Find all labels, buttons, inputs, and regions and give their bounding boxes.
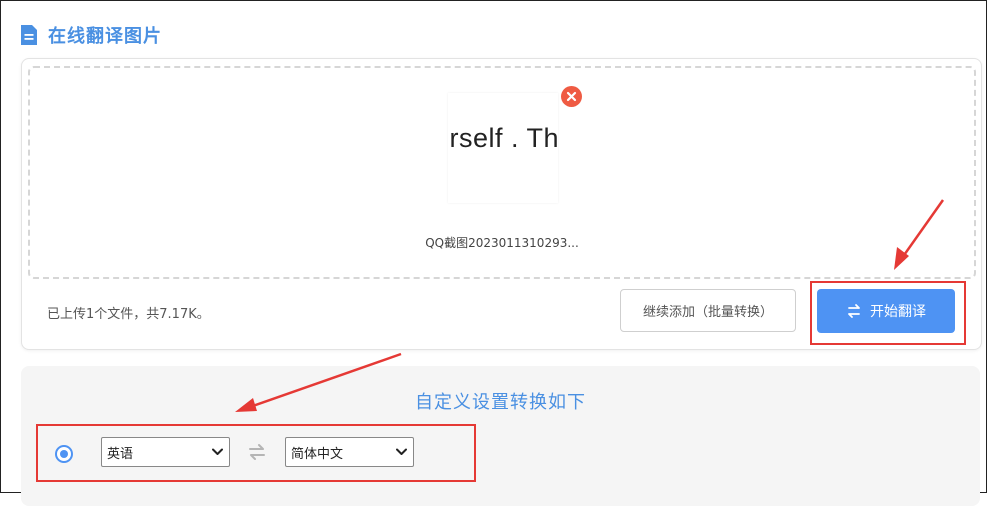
- language-swap-icon[interactable]: [247, 443, 267, 461]
- settings-title: 自定义设置转换如下: [415, 392, 586, 413]
- source-language-select[interactable]: 英语: [101, 437, 230, 467]
- start-translate-button[interactable]: 开始翻译: [817, 289, 955, 333]
- file-drop-zone[interactable]: urself . Th QQ截图2023011310293...: [28, 66, 976, 279]
- settings-radio[interactable]: [55, 445, 73, 463]
- image-thumbnail: urself . Th: [448, 93, 558, 203]
- target-language-select[interactable]: 简体中文: [285, 437, 414, 467]
- settings-card: 自定义设置转换如下 英语 简体中文: [21, 366, 980, 506]
- page-title: 在线翻译图片: [48, 26, 162, 47]
- add-more-button[interactable]: 继续添加（批量转换）: [620, 289, 796, 332]
- source-language-value: 英语: [107, 446, 134, 462]
- page-header: 在线翻译图片: [20, 22, 162, 48]
- upload-card: urself . Th QQ截图2023011310293... 已上传1个文件…: [21, 58, 982, 350]
- upload-status: 已上传1个文件，共7.17K。: [47, 307, 210, 322]
- document-icon: [21, 25, 37, 45]
- swap-icon: [846, 303, 862, 319]
- chevron-down-icon: [212, 448, 223, 455]
- thumbnail-text: urself . Th: [448, 123, 558, 153]
- remove-file-icon[interactable]: [561, 86, 582, 107]
- chevron-down-icon: [396, 448, 407, 455]
- start-translate-label: 开始翻译: [870, 304, 926, 320]
- target-language-value: 简体中文: [291, 446, 344, 462]
- file-name: QQ截图2023011310293...: [425, 236, 579, 250]
